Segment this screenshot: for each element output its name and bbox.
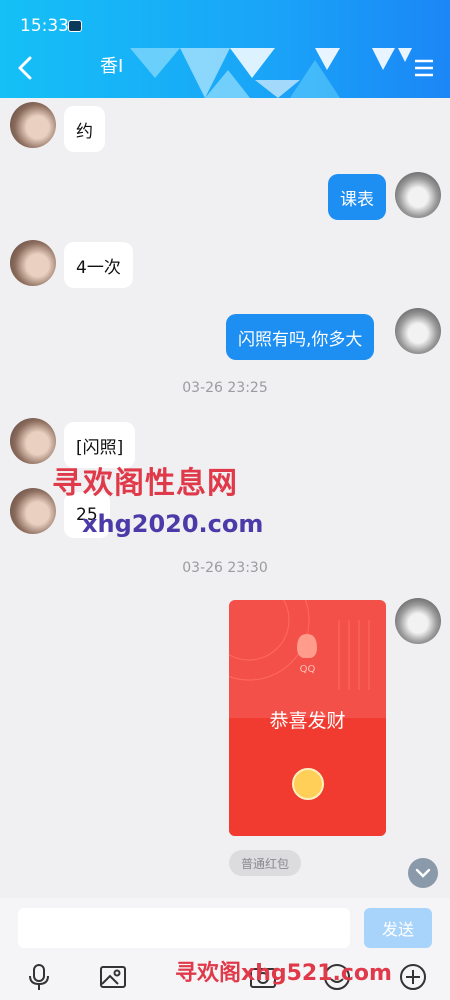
notification-icon: [68, 20, 82, 32]
image-icon: [100, 966, 126, 988]
time-separator: 03-26 23:25: [182, 380, 268, 396]
chat-title: 香Ⅰ: [100, 56, 124, 77]
friend-avatar[interactable]: [10, 418, 56, 464]
more-button[interactable]: [398, 962, 428, 992]
voice-button[interactable]: [24, 962, 54, 992]
friend-avatar[interactable]: [10, 102, 56, 148]
chat-header: 15:33 香Ⅰ: [0, 0, 450, 98]
watermark-bottom: 寻欢阁xhg521.com: [175, 961, 392, 986]
message-bubble[interactable]: 课表: [328, 174, 386, 220]
header-decoration: [130, 48, 412, 98]
message-input[interactable]: [18, 908, 350, 948]
message-bubble[interactable]: 闪照有吗,你多大: [226, 314, 375, 360]
red-packet-brand: QQ: [299, 664, 316, 675]
message-bubble[interactable]: 约: [64, 106, 105, 152]
send-button[interactable]: 发送: [364, 908, 432, 948]
red-packet[interactable]: QQ 恭喜发财: [229, 600, 386, 836]
red-packet-badge: 普通红包: [229, 850, 302, 876]
message-bubble[interactable]: 4一次: [64, 242, 133, 288]
status-time: 15:33: [20, 16, 69, 36]
menu-icon: [415, 59, 433, 77]
friend-avatar[interactable]: [10, 488, 56, 534]
my-avatar[interactable]: [395, 598, 441, 644]
microphone-icon: [29, 964, 49, 990]
time-separator: 03-26 23:30: [182, 560, 268, 576]
red-packet-title: 恭喜发财: [269, 710, 346, 732]
watermark-url: xhg2020.com: [82, 510, 264, 538]
menu-button[interactable]: [414, 58, 434, 78]
friend-avatar[interactable]: [10, 240, 56, 286]
coin-icon: [292, 768, 324, 800]
scroll-down-button[interactable]: [408, 858, 438, 888]
watermark-text: 寻欢阁性息网: [52, 466, 238, 501]
chevron-down-icon: [415, 868, 431, 878]
my-avatar[interactable]: [395, 172, 441, 218]
my-avatar[interactable]: [395, 308, 441, 354]
plus-icon: [400, 964, 426, 990]
back-button[interactable]: [12, 52, 40, 84]
image-button[interactable]: [98, 962, 128, 992]
back-icon: [18, 56, 32, 80]
